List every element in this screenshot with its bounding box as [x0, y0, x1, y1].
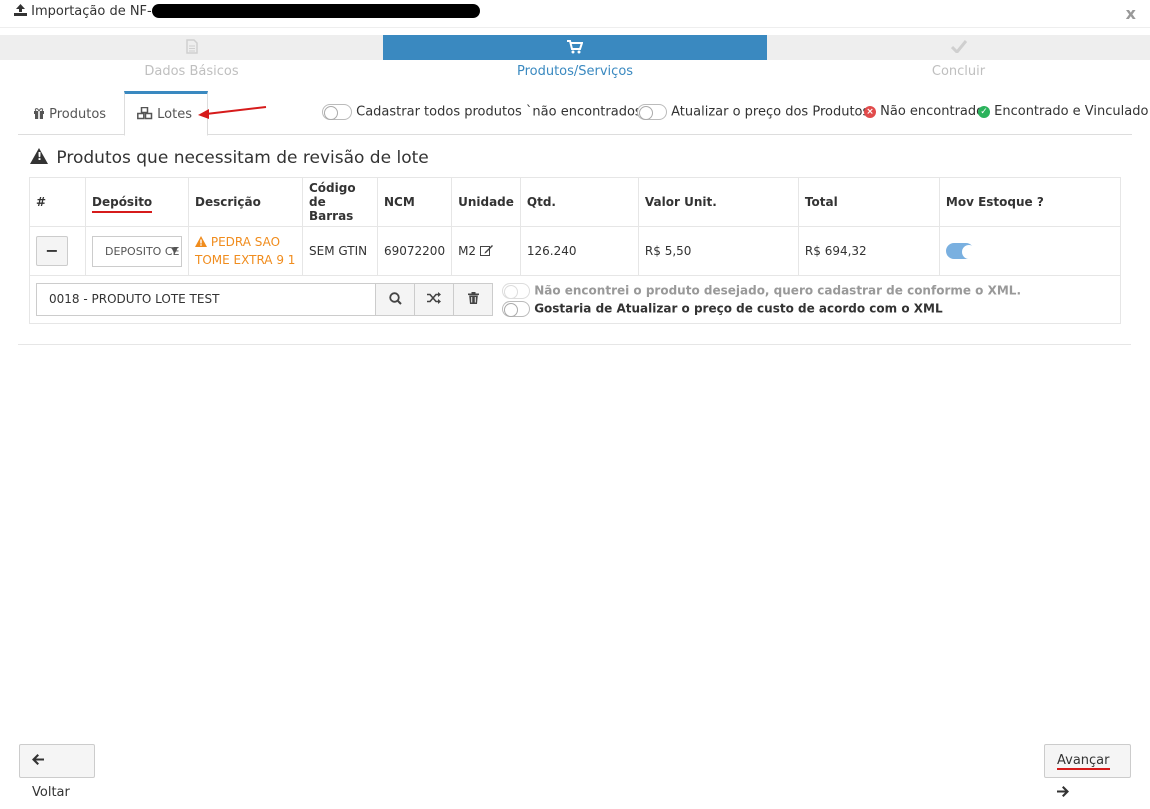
- check-icon: [950, 38, 967, 56]
- check-circle-icon: ✓: [978, 105, 990, 118]
- legend-not-found-label: Não encontrado: [880, 104, 985, 119]
- tab-label: Lotes: [157, 107, 192, 122]
- legend-found: ✓ Encontrado e Vinculado: [978, 104, 1148, 119]
- back-button[interactable]: Voltar: [19, 744, 95, 800]
- row-total: R$ 694,32: [797, 226, 940, 276]
- edit-icon[interactable]: [479, 244, 493, 258]
- step-concluir[interactable]: Concluir: [767, 35, 1150, 85]
- register-all-label: Cadastrar todos produtos `não encontrado…: [356, 104, 649, 120]
- not-found-register-option[interactable]: Não encontrei o produto desejado, quero …: [502, 283, 1021, 299]
- legend-not-found: × Não encontrado: [864, 104, 984, 119]
- random-button[interactable]: [414, 283, 454, 316]
- row-qty: 126.240: [519, 226, 639, 276]
- register-all-option[interactable]: Cadastrar todos produtos `não encontrado…: [322, 104, 648, 120]
- step-label: Dados Básicos: [144, 64, 239, 79]
- step-label: Produtos/Serviços: [516, 64, 634, 79]
- row-unit-value: R$ 5,50: [637, 226, 799, 276]
- update-cost-toggle[interactable]: [502, 301, 530, 317]
- row-ncm: 69072200: [376, 226, 453, 276]
- section-title: Produtos que necessitam de revisão de lo…: [30, 148, 429, 168]
- content-divider: [18, 344, 1131, 345]
- col-unit: Unidade: [451, 177, 521, 227]
- col-unit-value: Valor Unit.: [637, 177, 799, 227]
- row-unit: M2: [458, 244, 477, 258]
- warning-icon: [30, 148, 48, 164]
- deposit-select-value: DEPOSITO CE: [105, 244, 180, 258]
- back-label: Voltar: [32, 785, 70, 800]
- col-stock: Mov Estoque ?: [938, 177, 1122, 227]
- row-stock-cell: [938, 226, 1122, 276]
- col-ncm: NCM: [376, 177, 453, 227]
- annotation-arrow: [198, 106, 267, 119]
- remove-row-button[interactable]: −: [36, 236, 68, 266]
- deposit-select[interactable]: DEPOSITO CE ▼: [92, 235, 182, 267]
- search-button[interactable]: [375, 283, 415, 316]
- update-prices-option[interactable]: Atualizar o preço dos Produtos: [637, 104, 869, 120]
- section-title-text: Produtos que necessitam de revisão de lo…: [56, 148, 429, 168]
- col-qty: Qtd.: [519, 177, 639, 227]
- table-header-row: # Depósito Descrição Código de Barras NC…: [29, 177, 1122, 227]
- row-description-cell: PEDRA SAO TOME EXTRA 9 1: [188, 226, 303, 276]
- next-label: Avançar: [1057, 753, 1110, 770]
- stock-movement-toggle[interactable]: [945, 243, 976, 259]
- step-produtos-servicos[interactable]: Produtos/Serviços: [383, 35, 767, 85]
- step-label: Concluir: [931, 64, 986, 79]
- wizard-steps: Dados Básicos Produtos/Serviços Concluir: [0, 35, 1150, 85]
- delete-button[interactable]: [453, 283, 493, 316]
- not-found-register-toggle[interactable]: [502, 283, 530, 299]
- search-icon: [388, 292, 402, 307]
- next-button[interactable]: Avançar: [1044, 744, 1131, 797]
- update-cost-label: Gostaria de Atualizar o preço de custo d…: [534, 301, 943, 316]
- row-unit-cell: M2: [451, 226, 521, 276]
- product-search-input[interactable]: 0018 - PRODUTO LOTE TEST: [36, 283, 376, 316]
- redacted-key: [152, 4, 480, 18]
- random-icon: [427, 292, 441, 307]
- update-prices-toggle[interactable]: [637, 104, 667, 120]
- arrow-right-icon: [1057, 785, 1069, 800]
- cart-icon: [567, 38, 584, 56]
- row-barcode: SEM GTIN: [302, 226, 378, 276]
- row-description: PEDRA SAO TOME EXTRA 9 1: [195, 235, 296, 267]
- register-all-toggle[interactable]: [322, 104, 352, 120]
- upload-icon: [14, 4, 31, 19]
- not-found-register-label: Não encontrei o produto desejado, quero …: [534, 283, 1022, 298]
- gift-icon: [33, 107, 49, 122]
- file-icon: [185, 38, 198, 56]
- row-deposit-cell: DEPOSITO CE ▼: [85, 226, 189, 276]
- update-cost-option[interactable]: Gostaria de Atualizar o preço de custo d…: [502, 301, 943, 317]
- title-prefix: Importação de NF-e:: [31, 4, 165, 19]
- table-row: − DEPOSITO CE ▼ PEDRA SAO TOME EXTRA 9 1…: [29, 226, 1122, 276]
- step-dados-basicos[interactable]: Dados Básicos: [0, 35, 383, 85]
- close-button[interactable]: x: [1126, 4, 1136, 23]
- col-deposit: Depósito: [85, 177, 189, 227]
- times-circle-icon: ×: [864, 105, 876, 118]
- cubes-icon: [137, 106, 157, 122]
- tab-produtos[interactable]: Produtos: [21, 91, 118, 135]
- update-prices-label: Atualizar o preço dos Produtos: [671, 104, 870, 120]
- modal-header: Importação de NF-e: 3517 x: [0, 0, 1150, 28]
- col-total: Total: [797, 177, 940, 227]
- trash-icon: [467, 292, 479, 307]
- tab-label: Produtos: [49, 107, 107, 122]
- arrow-left-icon: [32, 753, 44, 768]
- col-barcode: Código de Barras: [302, 177, 378, 227]
- col-deposit-label: Depósito: [92, 195, 153, 213]
- legend-found-label: Encontrado e Vinculado: [994, 104, 1149, 119]
- col-hash: #: [29, 177, 86, 227]
- warning-icon: [195, 235, 211, 249]
- row-action-cell: −: [29, 226, 86, 276]
- chevron-down-icon: ▼: [171, 245, 178, 256]
- col-description: Descrição: [188, 177, 303, 227]
